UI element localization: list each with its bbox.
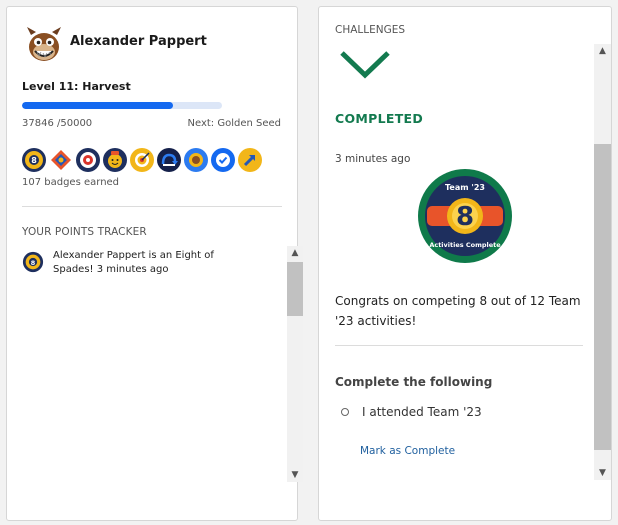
- points-tracker-scrollbar[interactable]: ▲ ▼: [287, 246, 303, 482]
- chart-icon[interactable]: [157, 148, 181, 172]
- user-name: Alexander Pappert: [70, 34, 207, 49]
- profile-card: Alexander Pappert Level 11: Harvest 3784…: [6, 6, 298, 521]
- svg-text:8: 8: [31, 259, 36, 267]
- scrollbar-thumb[interactable]: [594, 144, 611, 450]
- challenges-header: CHALLENGES: [335, 24, 406, 36]
- level-title: Level 11: Harvest: [22, 80, 131, 93]
- challenge-scrollbar[interactable]: ▲ ▼: [594, 44, 611, 480]
- activities-complete-badge: Team '23 8 Activities Complete: [417, 168, 513, 264]
- task-status-icon: [341, 408, 349, 416]
- section-divider: [22, 206, 282, 207]
- scroll-up-icon[interactable]: ▲: [287, 246, 303, 260]
- scroll-up-icon[interactable]: ▲: [594, 44, 611, 58]
- challenge-status: COMPLETED: [335, 111, 424, 126]
- points-tracker-title: YOUR POINTS TRACKER: [22, 226, 147, 238]
- badge-bottom-text: Activities Complete: [429, 241, 501, 249]
- task-label: I attended Team '23: [362, 405, 482, 419]
- level-progress-bar: [22, 102, 222, 109]
- eight-of-spades-icon: 8: [22, 251, 44, 273]
- user-avatar: [23, 23, 65, 65]
- task-item[interactable]: I attended Team '23: [341, 405, 482, 419]
- mark-as-complete-link[interactable]: Mark as Complete: [360, 445, 455, 457]
- challenge-time: 3 minutes ago: [335, 153, 411, 165]
- team-diamond-icon[interactable]: [49, 148, 73, 172]
- tracker-item-text: Alexander Pappert is an Eight of Spades!…: [53, 250, 214, 275]
- scrollbar-thumb[interactable]: [287, 262, 303, 316]
- eight-of-spades-icon[interactable]: 8: [22, 148, 46, 172]
- avatar-badge-icon[interactable]: [103, 148, 127, 172]
- sunflower-icon[interactable]: [184, 148, 208, 172]
- compass-icon[interactable]: [76, 148, 100, 172]
- level-progress-fill: [22, 102, 174, 109]
- complete-following-title: Complete the following: [335, 375, 493, 389]
- badge-row: 8: [22, 148, 262, 172]
- svg-text:8: 8: [31, 156, 37, 165]
- scroll-down-icon[interactable]: ▼: [594, 466, 611, 480]
- check-icon: [339, 49, 391, 83]
- arrow-up-right-icon[interactable]: [238, 148, 262, 172]
- badge-top-text: Team '23: [445, 183, 485, 192]
- badges-earned-count: 107 badges earned: [22, 177, 120, 188]
- challenge-description: Congrats on competing 8 out of 12 Team '…: [335, 294, 581, 328]
- target-icon[interactable]: [130, 148, 154, 172]
- points-tracker-list: 8 Alexander Pappert is an Eight of Spade…: [22, 249, 280, 487]
- badge-number: 8: [456, 202, 474, 232]
- section-divider: [335, 345, 583, 346]
- check-circle-icon[interactable]: [211, 148, 235, 172]
- points-count: 37846 /50000: [22, 118, 93, 129]
- next-level: Next: Golden Seed: [187, 118, 281, 129]
- scroll-down-icon[interactable]: ▼: [287, 468, 303, 482]
- challenge-card: CHALLENGES COMPLETED 3 minutes ago Team …: [318, 6, 612, 521]
- list-item: 8 Alexander Pappert is an Eight of Spade…: [22, 249, 280, 277]
